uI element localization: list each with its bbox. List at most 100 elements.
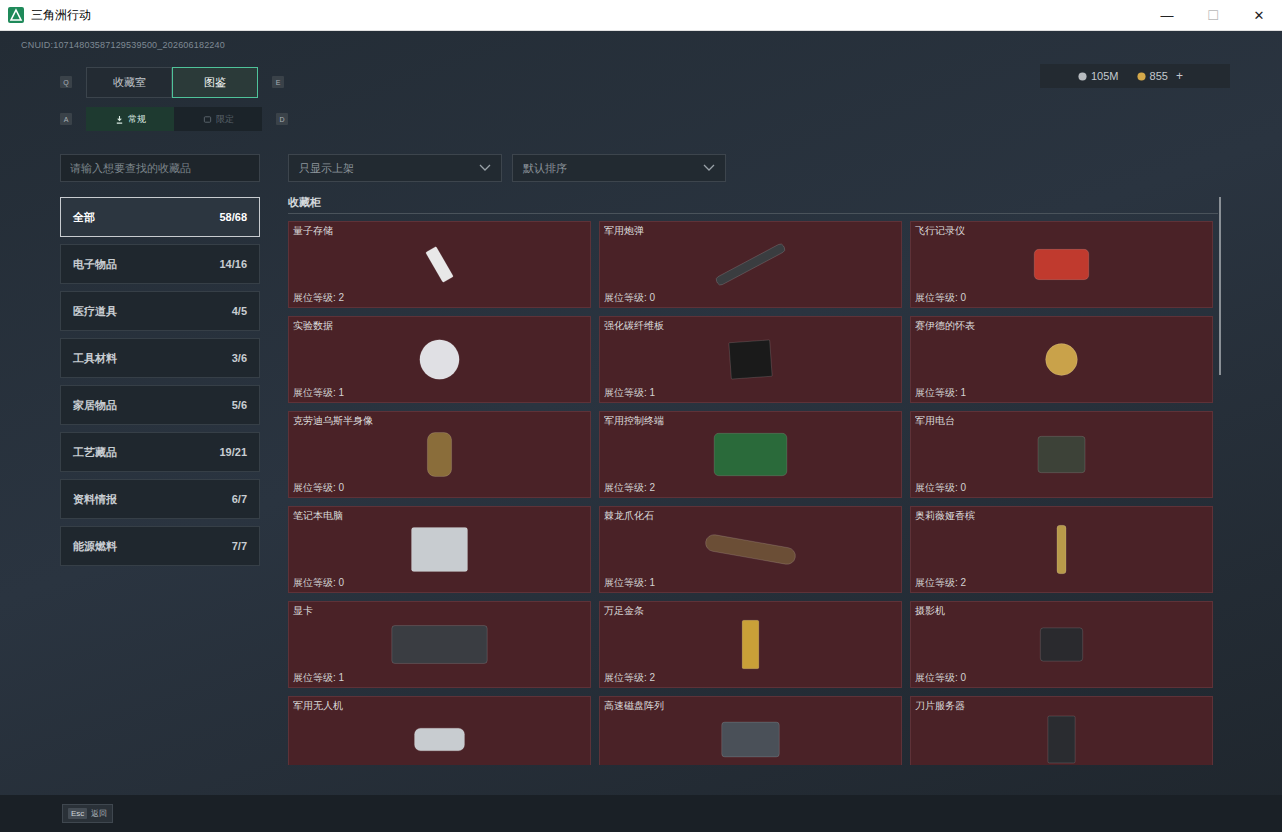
currency-bar: 105M 855 +: [1040, 64, 1230, 88]
item-grid: 量子存储 展位等级: 2军用炮弹 展位等级: 0飞行记录仪 展位等级: 0实验数…: [288, 221, 1213, 765]
item-name: 赛伊德的怀表: [915, 319, 1208, 333]
item-name: 显卡: [293, 604, 586, 618]
item-card[interactable]: 量子存储 展位等级: 2: [288, 221, 591, 308]
item-card[interactable]: 奥莉薇娅香槟 展位等级: 2: [910, 506, 1213, 593]
filter-bar: 只显示上架 默认排序: [288, 154, 1224, 182]
category-panel: 全部 58/68 电子物品 14/16 医疗道具 4/5 工具材料 3/6 家居物品 5…: [60, 154, 260, 765]
search-input[interactable]: [60, 154, 260, 182]
item-card[interactable]: 克劳迪乌斯半身像 展位等级: 0: [288, 411, 591, 498]
item-image-icon: [293, 523, 586, 576]
item-card[interactable]: 显卡 展位等级: 1: [288, 601, 591, 688]
category-item[interactable]: 家居物品 5/6: [60, 385, 260, 425]
sub-tab-row: A 常规 限定 D: [0, 107, 1282, 131]
app-window: 三角洲行动 —☐✕ CNUID:10714803587129539500_202…: [0, 0, 1282, 832]
item-card[interactable]: 万足金条 展位等级: 2: [599, 601, 902, 688]
item-name: 强化碳纤维板: [604, 319, 897, 333]
item-image-icon: [604, 713, 897, 765]
item-name: 军用无人机: [293, 699, 586, 713]
item-image-icon: [604, 428, 897, 481]
main-tabs: 收藏室图鉴: [86, 67, 258, 98]
footer-bar: Esc 返回: [0, 795, 1282, 832]
item-level: 展位等级: 2: [604, 481, 897, 495]
item-image-icon: [915, 713, 1208, 765]
main-tab[interactable]: 收藏室: [86, 67, 172, 98]
item-name: 量子存储: [293, 224, 586, 238]
scrollbar[interactable]: [1219, 197, 1221, 375]
item-name: 奥莉薇娅香槟: [915, 509, 1208, 523]
window-control-button[interactable]: —: [1144, 0, 1190, 30]
item-image-icon: [915, 618, 1208, 671]
item-image-icon: [604, 238, 897, 291]
item-level: 展位等级: 0: [915, 291, 1208, 305]
game-area: CNUID:10714803587129539500_202606182240 …: [0, 31, 1282, 832]
key-hint: E: [272, 76, 284, 88]
item-name: 笔记本电脑: [293, 509, 586, 523]
window-title: 三角洲行动: [31, 7, 91, 24]
item-level: 展位等级: 0: [915, 671, 1208, 685]
key-hint: A: [60, 113, 72, 125]
item-card[interactable]: 军用电台 展位等级: 0: [910, 411, 1213, 498]
delta-logo-icon: [8, 7, 24, 23]
regular-icon: [115, 115, 124, 124]
sub-tab[interactable]: 限定: [174, 107, 262, 131]
item-image-icon: [915, 428, 1208, 481]
window-control-button[interactable]: ✕: [1236, 0, 1282, 30]
item-level: 展位等级: 1: [293, 671, 586, 685]
currency-item: 105M: [1078, 70, 1119, 82]
category-item[interactable]: 工具材料 3/6: [60, 338, 260, 378]
back-button[interactable]: Esc 返回: [62, 804, 113, 823]
coin-icon: [1078, 72, 1087, 81]
item-card[interactable]: 高速磁盘阵列: [599, 696, 902, 765]
item-card[interactable]: 军用控制终端 展位等级: 2: [599, 411, 902, 498]
item-name: 克劳迪乌斯半身像: [293, 414, 586, 428]
sub-tabs: 常规 限定: [86, 107, 262, 131]
filter-dropdown[interactable]: 默认排序: [512, 154, 726, 182]
item-card[interactable]: 飞行记录仪 展位等级: 0: [910, 221, 1213, 308]
item-name: 军用电台: [915, 414, 1208, 428]
item-card[interactable]: 摄影机 展位等级: 0: [910, 601, 1213, 688]
category-item[interactable]: 资料情报 6/7: [60, 479, 260, 519]
sub-tab[interactable]: 常规: [86, 107, 174, 131]
item-image-icon: [604, 333, 897, 386]
add-currency-button[interactable]: +: [1174, 69, 1185, 83]
category-item[interactable]: 医疗道具 4/5: [60, 291, 260, 331]
key-hint: D: [276, 113, 288, 125]
item-level: 展位等级: 1: [915, 386, 1208, 400]
item-image-icon: [604, 618, 897, 671]
item-card[interactable]: 刀片服务器: [910, 696, 1213, 765]
category-item[interactable]: 电子物品 14/16: [60, 244, 260, 284]
item-card[interactable]: 棘龙爪化石 展位等级: 1: [599, 506, 902, 593]
item-card[interactable]: 实验数据 展位等级: 1: [288, 316, 591, 403]
item-level: 展位等级: 0: [293, 481, 586, 495]
window-controls: —☐✕: [1144, 0, 1282, 30]
item-card[interactable]: 笔记本电脑 展位等级: 0: [288, 506, 591, 593]
item-card[interactable]: 军用炮弹 展位等级: 0: [599, 221, 902, 308]
item-card[interactable]: 赛伊德的怀表 展位等级: 1: [910, 316, 1213, 403]
window-control-button[interactable]: ☐: [1190, 0, 1236, 30]
category-item[interactable]: 能源燃料 7/7: [60, 526, 260, 566]
item-level: 展位等级: 2: [915, 576, 1208, 590]
item-image-icon: [293, 333, 586, 386]
cabinet-panel: 只显示上架 默认排序 收藏柜 量子存储 展位等级: 2军用炮弹 展位等级: 0飞…: [288, 154, 1224, 765]
item-name: 飞行记录仪: [915, 224, 1208, 238]
chevron-down-icon: [479, 164, 491, 172]
item-name: 刀片服务器: [915, 699, 1208, 713]
category-item[interactable]: 全部 58/68: [60, 197, 260, 237]
item-name: 军用控制终端: [604, 414, 897, 428]
item-level: 展位等级: 1: [604, 576, 897, 590]
filter-dropdown[interactable]: 只显示上架: [288, 154, 502, 182]
main-tab[interactable]: 图鉴: [172, 67, 258, 98]
item-card[interactable]: 军用无人机: [288, 696, 591, 765]
item-image-icon: [293, 713, 586, 765]
uid-text: CNUID:10714803587129539500_202606182240: [0, 31, 1282, 53]
limited-icon: [203, 115, 212, 124]
item-level: 展位等级: 2: [604, 671, 897, 685]
item-card[interactable]: 强化碳纤维板 展位等级: 1: [599, 316, 902, 403]
key-hint: Q: [60, 76, 72, 88]
category-item[interactable]: 工艺藏品 19/21: [60, 432, 260, 472]
item-name: 实验数据: [293, 319, 586, 333]
item-name: 军用炮弹: [604, 224, 897, 238]
item-level: 展位等级: 1: [604, 386, 897, 400]
item-name: 高速磁盘阵列: [604, 699, 897, 713]
item-level: 展位等级: 0: [293, 576, 586, 590]
